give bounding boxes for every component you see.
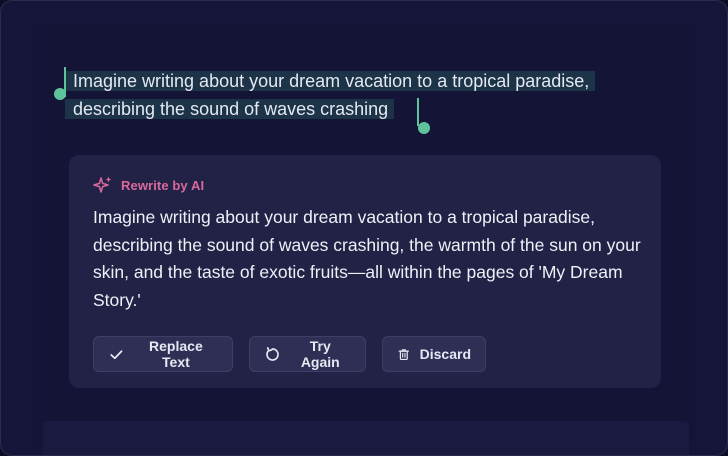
- bottom-strip: [43, 421, 689, 455]
- selected-text-line-2: describing the sound of waves crashing: [65, 99, 395, 119]
- selected-text[interactable]: Imagine writing about your dream vacatio…: [65, 67, 665, 123]
- selected-text-line-1: Imagine writing about your dream vacatio…: [65, 71, 596, 91]
- replace-text-button[interactable]: Replace Text: [93, 336, 233, 372]
- selection-start-knob[interactable]: [54, 88, 66, 100]
- check-icon: [110, 349, 123, 359]
- try-again-button[interactable]: Try Again: [249, 336, 366, 372]
- sparkle-icon: [93, 176, 112, 193]
- selection-end-handle[interactable]: [417, 98, 419, 126]
- app-frame: Imagine writing about your dream vacatio…: [0, 0, 728, 456]
- selection-end-knob[interactable]: [418, 122, 430, 134]
- ai-rewrite-card: Rewrite by AI Imagine writing about your…: [69, 155, 661, 388]
- try-again-label: Try Again: [300, 338, 340, 370]
- ai-rewrite-header: Rewrite by AI: [93, 175, 204, 195]
- trash-icon: [398, 348, 409, 360]
- discard-button[interactable]: Discard: [382, 336, 486, 372]
- replace-text-label: Replace Text: [149, 338, 203, 370]
- ai-rewrite-text: Imagine writing about your dream vacatio…: [93, 207, 641, 310]
- ai-rewrite-title: Rewrite by AI: [121, 177, 205, 193]
- discard-label: Discard: [419, 346, 471, 362]
- rotate-icon: [266, 346, 279, 361]
- ai-actions: Replace Text Try Again Discard: [93, 336, 486, 372]
